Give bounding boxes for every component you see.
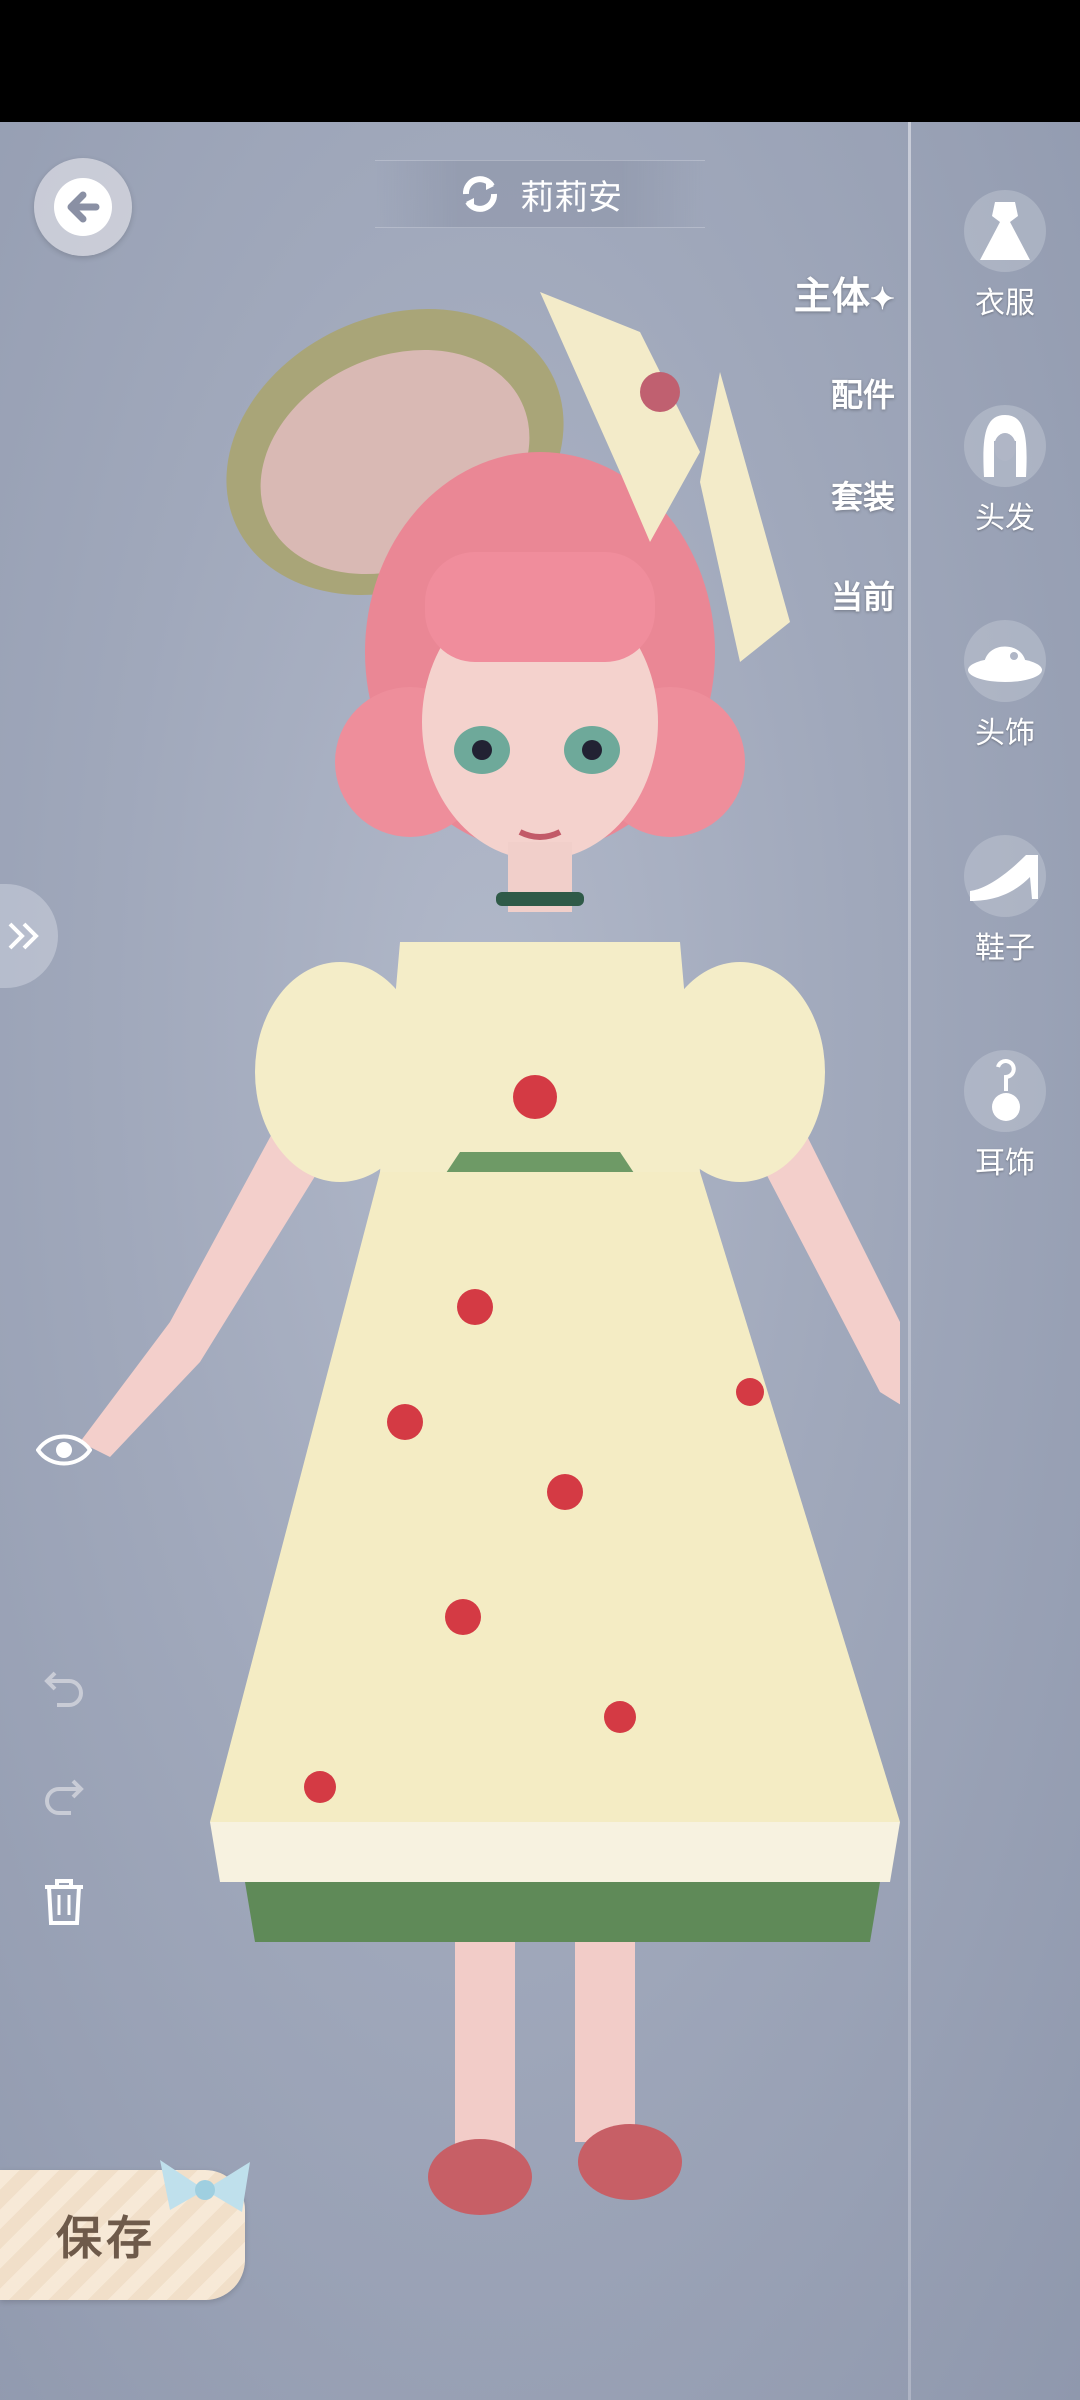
back-button[interactable] (34, 158, 132, 256)
panel-divider (908, 122, 911, 2400)
delete-button[interactable] (36, 1874, 92, 1930)
eye-icon (36, 1434, 92, 1466)
category-hair[interactable]: 头发 (950, 405, 1060, 537)
double-chevron-right-icon (8, 922, 39, 950)
tab-current[interactable]: 当前 (831, 572, 895, 618)
toggle-visibility-button[interactable] (36, 1422, 92, 1478)
category-label: 耳饰 (975, 1146, 1035, 1181)
category-label: 衣服 (975, 286, 1035, 321)
category-shoes[interactable]: 鞋子 (950, 835, 1060, 967)
switch-icon[interactable] (458, 172, 502, 216)
category-label: 头发 (975, 501, 1035, 536)
undo-button[interactable] (36, 1656, 92, 1712)
category-clothes[interactable]: 衣服 (950, 190, 1060, 322)
sparkle-icon: ✦ (869, 282, 895, 317)
status-bar (0, 0, 1080, 122)
earring-icon (964, 1050, 1046, 1132)
hair-icon (964, 405, 1046, 487)
ribbon-decoration-icon (160, 2160, 250, 2212)
category-earrings[interactable]: 耳饰 (950, 1050, 1060, 1182)
character-model[interactable] (0, 122, 900, 2400)
tab-accessories[interactable]: 配件 (831, 370, 895, 416)
trash-icon (45, 1879, 83, 1925)
back-arrow-icon (54, 178, 112, 236)
save-label: 保存 (56, 2211, 156, 2265)
shoe-icon (964, 835, 1046, 917)
category-label: 鞋子 (975, 931, 1035, 966)
character-name-bar[interactable]: 莉莉安 (375, 160, 705, 228)
tab-main[interactable]: 主体✦ (794, 265, 895, 320)
undo-icon (44, 1671, 83, 1707)
character-name: 莉莉安 (520, 177, 622, 218)
category-label: 头饰 (975, 716, 1035, 751)
category-headwear[interactable]: 头饰 (950, 620, 1060, 752)
hat-icon (964, 620, 1046, 702)
tab-suits[interactable]: 套装 (831, 472, 895, 518)
redo-button[interactable] (36, 1764, 92, 1820)
redo-icon (45, 1779, 84, 1815)
dress-icon (964, 190, 1046, 272)
